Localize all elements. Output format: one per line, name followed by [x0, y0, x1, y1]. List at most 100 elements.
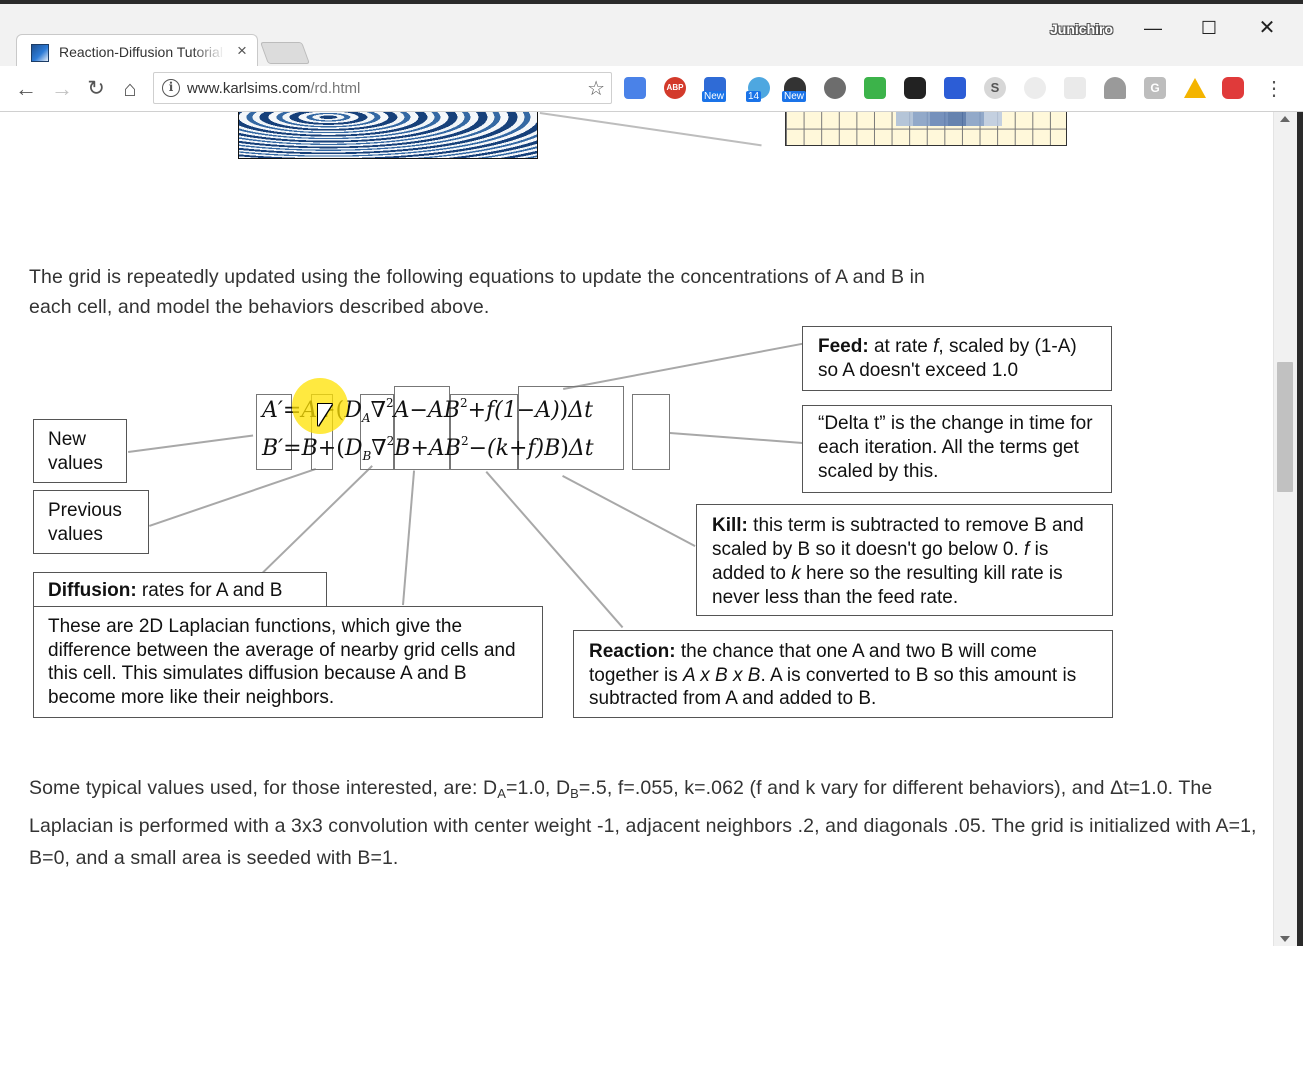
extension-icon[interactable] [944, 77, 966, 99]
translate-extension-icon[interactable] [624, 77, 646, 99]
callout-text: New values [48, 429, 103, 474]
scroll-up-arrow-icon[interactable] [1280, 116, 1290, 122]
callout-heading: Diffusion: [48, 580, 137, 601]
callout-text: “Delta t” is the change in time for each… [818, 413, 1093, 482]
feedly-icon[interactable]: New [702, 77, 727, 102]
adblock-plus-icon[interactable]: ABP [664, 77, 686, 99]
eq-diff-sub: A [361, 411, 371, 425]
eq-op: +( [317, 436, 345, 461]
callout-formula: A x B x B [683, 664, 761, 686]
menu-kebab-icon[interactable]: ⋮ [1264, 76, 1284, 102]
callout-heading: Kill: [712, 515, 748, 536]
callout-text: rates for A and B [136, 580, 283, 601]
callout-text: These are 2D Laplacian functions, which … [48, 616, 516, 708]
values-text: Some typical values used, for those inte… [29, 777, 498, 799]
connector-line [485, 471, 624, 629]
extension-icon[interactable] [1064, 77, 1086, 99]
maximize-button[interactable]: ☐ [1192, 14, 1226, 42]
connector-line [539, 112, 762, 147]
extension-icon[interactable]: 14 [746, 77, 770, 102]
tab-reaction-diffusion[interactable]: Reaction-Diffusion Tutorial × [16, 34, 258, 70]
equation-term-box [632, 394, 670, 470]
close-window-button[interactable]: ✕ [1250, 14, 1284, 42]
profile-name[interactable]: Junichiro [1050, 21, 1113, 37]
title-bar: Reaction-Diffusion Tutorial × Junichiro … [0, 0, 1303, 70]
callout-text: at rate [868, 336, 934, 357]
eq-reaction-sup: 2 [460, 434, 469, 448]
eq-laplacian: ∇ [371, 436, 387, 461]
new-tab-button[interactable] [259, 42, 311, 64]
eq-close: ) [560, 436, 569, 461]
eq-laplacian-sup: 2 [385, 396, 394, 410]
connector-line [669, 432, 803, 444]
window-edge [1297, 112, 1303, 946]
connector-line [563, 342, 804, 390]
extension-icon[interactable]: New [782, 77, 807, 102]
values-sub: A [497, 786, 507, 801]
extension-icon[interactable]: S [984, 77, 1006, 99]
callout-previous-values: Previous values [33, 490, 149, 554]
url-text[interactable]: www.karlsims.com/rd.html [187, 80, 360, 97]
grid-cells-highlight [896, 112, 1002, 126]
eq-reaction: +AB [410, 436, 461, 461]
callout-diffusion-title: Diffusion: rates for A and B [33, 572, 327, 607]
callout-heading: Feed: [818, 336, 869, 357]
reload-icon[interactable]: ↻ [82, 75, 110, 103]
browser-chrome: Reaction-Diffusion Tutorial × Junichiro … [0, 0, 1303, 112]
callout-kill: Kill: this term is subtracted to remove … [696, 504, 1113, 616]
blank-area [0, 946, 1303, 1066]
callout-reaction: Reaction: the chance that one A and two … [573, 630, 1113, 718]
eq-lhs: A′ [262, 398, 283, 423]
tab-title: Reaction-Diffusion Tutorial [59, 44, 223, 60]
extension-icon[interactable]: G [1144, 77, 1166, 99]
scroll-down-arrow-icon[interactable] [1280, 936, 1290, 942]
eq-equals: = [283, 436, 302, 461]
forward-arrow-icon[interactable]: → [48, 75, 76, 103]
vertical-scrollbar[interactable] [1273, 112, 1297, 946]
url-path: /rd.html [310, 80, 361, 97]
bookmark-star-icon[interactable]: ☆ [587, 76, 605, 101]
minimize-button[interactable]: — [1136, 14, 1170, 42]
extension-icon[interactable] [904, 77, 926, 99]
tab-close-icon[interactable]: × [233, 41, 251, 61]
eq-dt: Δt [568, 398, 593, 423]
address-bar[interactable]: i www.karlsims.com/rd.html ☆ [153, 72, 612, 104]
extension-badge: 14 [746, 91, 762, 102]
connector-line [128, 434, 254, 453]
extension-icon[interactable] [1222, 77, 1244, 99]
connector-line [149, 467, 317, 527]
extension-badge: New [782, 91, 807, 102]
extension-icon[interactable] [864, 77, 886, 99]
extension-icon[interactable] [1104, 77, 1126, 99]
browser-toolbar: ← → ↻ ⌂ i www.karlsims.com/rd.html ☆ ABP… [0, 66, 1303, 112]
connector-line [562, 475, 696, 547]
eq-lhs: B′ [262, 436, 284, 461]
eq-laplacian-var: B [394, 436, 411, 461]
site-info-icon[interactable]: i [162, 79, 180, 97]
eq-dt: Δt [568, 436, 594, 461]
eq-feed: +f(1−A) [467, 398, 560, 423]
eq-diff-sub: B [362, 449, 372, 463]
equation-line-b: B′=B+(DB∇2B+AB2−(k+f)B)Δt [262, 434, 594, 463]
mouse-pointer-icon [318, 404, 332, 426]
callout-delta-t: “Delta t” is the change in time for each… [802, 405, 1112, 493]
google-drive-icon[interactable] [1184, 78, 1206, 98]
callout-feed: Feed: at rate f, scaled by (1-A) so A do… [802, 326, 1112, 391]
page-viewport[interactable]: The grid is repeatedly updated using the… [0, 112, 1273, 946]
callout-text: Previous values [48, 500, 122, 545]
extension-icon[interactable] [824, 77, 846, 99]
eq-kill: −(k+f)B [468, 436, 561, 461]
eq-reaction-sup: 2 [459, 396, 468, 410]
home-icon[interactable]: ⌂ [116, 75, 144, 103]
intro-paragraph: The grid is repeatedly updated using the… [29, 266, 925, 318]
scrollbar-thumb[interactable] [1277, 362, 1293, 492]
eq-laplacian-var: A [393, 398, 410, 423]
back-arrow-icon[interactable]: ← [12, 75, 40, 103]
eq-laplacian: ∇ [370, 398, 386, 423]
site-favicon-icon [31, 44, 49, 62]
extension-icon[interactable] [1024, 77, 1046, 99]
eq-close: ) [559, 398, 569, 423]
eq-diff-coef: D [344, 436, 363, 461]
connector-line [402, 470, 416, 606]
callout-diffusion-body: These are 2D Laplacian functions, which … [33, 606, 543, 718]
